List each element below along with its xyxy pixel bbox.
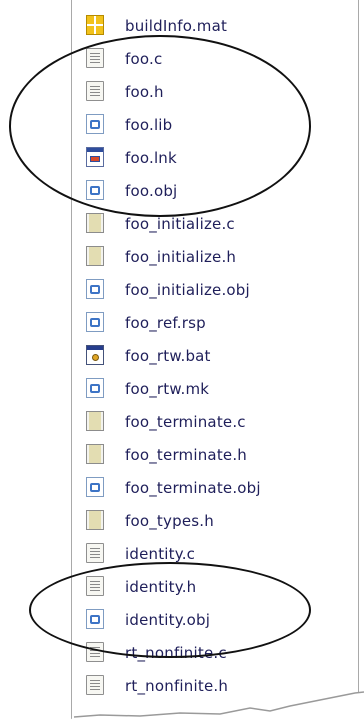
- batch-file-icon: [86, 345, 104, 365]
- torn-paper-edge: [0, 691, 364, 726]
- file-name: foo_ref.rsp: [125, 314, 206, 332]
- header-icon: [86, 246, 104, 266]
- header-icon: [86, 576, 104, 596]
- c-source-icon: [86, 543, 104, 563]
- obj-file-icon: [86, 609, 104, 629]
- c-source-icon: [86, 642, 104, 662]
- c-source-icon: [86, 48, 104, 68]
- file-name: foo_rtw.mk: [125, 380, 210, 398]
- file-name: foo.lnk: [125, 149, 177, 167]
- file-name: foo.c: [125, 50, 163, 68]
- file-list-panel: buildInfo.mat foo.c foo.h foo.lib foo.ln…: [71, 0, 359, 726]
- file-name: foo_terminate.h: [125, 446, 248, 464]
- file-row[interactable]: foo.lnk: [72, 141, 358, 174]
- file-row[interactable]: foo_initialize.h: [72, 240, 358, 273]
- file-name: identity.obj: [125, 611, 211, 629]
- file-row[interactable]: foo_terminate.h: [72, 438, 358, 471]
- file-row[interactable]: foo.c: [72, 42, 358, 75]
- file-name: rt_nonfinite.c: [125, 644, 227, 662]
- shortcut-icon: [86, 147, 104, 167]
- file-row[interactable]: foo_ref.rsp: [72, 306, 358, 339]
- mat-file-icon: [86, 15, 104, 35]
- file-name: foo_types.h: [125, 512, 214, 530]
- file-row[interactable]: foo_rtw.mk: [72, 372, 358, 405]
- file-list: buildInfo.mat foo.c foo.h foo.lib foo.ln…: [72, 9, 358, 702]
- file-row[interactable]: foo_rtw.bat: [72, 339, 358, 372]
- file-row[interactable]: foo.h: [72, 75, 358, 108]
- file-row[interactable]: identity.c: [72, 537, 358, 570]
- file-row[interactable]: foo_types.h: [72, 504, 358, 537]
- file-row[interactable]: rt_nonfinite.c: [72, 636, 358, 669]
- file-row[interactable]: foo.obj: [72, 174, 358, 207]
- file-name: foo_initialize.c: [125, 215, 235, 233]
- makefile-icon: [86, 378, 104, 398]
- file-row[interactable]: foo_initialize.obj: [72, 273, 358, 306]
- file-row[interactable]: foo.lib: [72, 108, 358, 141]
- file-row[interactable]: identity.h: [72, 570, 358, 603]
- obj-file-icon: [86, 477, 104, 497]
- file-name: foo_rtw.bat: [125, 347, 211, 365]
- obj-file-icon: [86, 180, 104, 200]
- header-icon: [86, 510, 104, 530]
- file-row[interactable]: foo_initialize.c: [72, 207, 358, 240]
- file-name: foo.lib: [125, 116, 173, 134]
- rsp-file-icon: [86, 312, 104, 332]
- file-name: foo_terminate.c: [125, 413, 246, 431]
- file-row[interactable]: buildInfo.mat: [72, 9, 358, 42]
- lib-file-icon: [86, 114, 104, 134]
- file-name: identity.c: [125, 545, 196, 563]
- c-source-icon: [86, 213, 104, 233]
- file-name: foo_initialize.obj: [125, 281, 250, 299]
- header-icon: [86, 444, 104, 464]
- c-source-icon: [86, 411, 104, 431]
- file-row[interactable]: foo_terminate.obj: [72, 471, 358, 504]
- obj-file-icon: [86, 279, 104, 299]
- file-name: buildInfo.mat: [125, 17, 228, 35]
- file-name: foo_terminate.obj: [125, 479, 261, 497]
- file-row[interactable]: foo_terminate.c: [72, 405, 358, 438]
- file-name: foo.h: [125, 83, 164, 101]
- header-icon: [86, 81, 104, 101]
- file-name: identity.h: [125, 578, 197, 596]
- file-name: foo.obj: [125, 182, 178, 200]
- file-name: foo_initialize.h: [125, 248, 237, 266]
- file-row[interactable]: identity.obj: [72, 603, 358, 636]
